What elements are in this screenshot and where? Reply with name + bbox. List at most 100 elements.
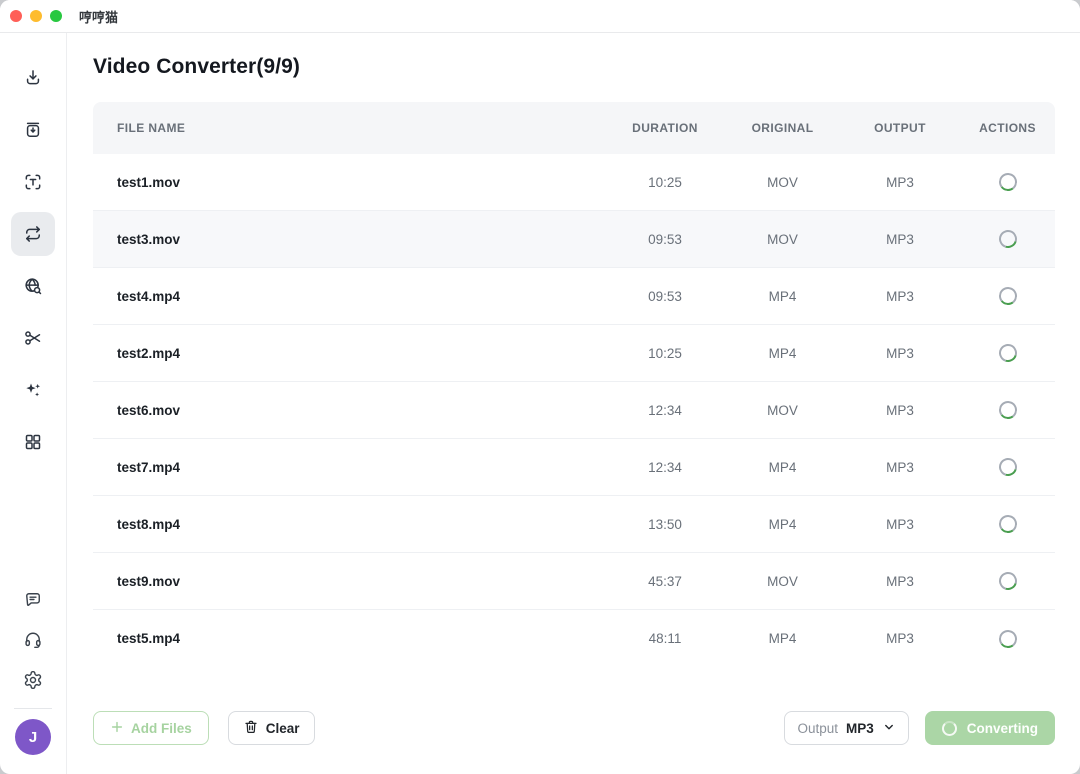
output-format-cell: MP3 bbox=[840, 175, 960, 190]
original-format-cell: MP4 bbox=[725, 517, 840, 532]
page-title: Video Converter(9/9) bbox=[93, 55, 1055, 79]
output-dropdown-label: Output bbox=[797, 721, 838, 736]
converting-spinner-icon bbox=[942, 721, 957, 736]
duration-cell: 09:53 bbox=[605, 289, 725, 304]
download-icon bbox=[23, 68, 43, 88]
converting-spinner-icon bbox=[997, 286, 1017, 306]
converting-spinner-icon bbox=[997, 514, 1017, 534]
sidebar-item-convert[interactable] bbox=[11, 212, 55, 256]
actions-cell bbox=[960, 344, 1055, 362]
file-name-cell: test4.mp4 bbox=[93, 289, 605, 304]
output-format-dropdown[interactable]: Output MP3 bbox=[784, 711, 908, 745]
footer-right-group: Output MP3 Converting bbox=[784, 711, 1055, 745]
table-header-row: FILE NAME DURATION ORIGINAL OUTPUT ACTIO… bbox=[93, 102, 1055, 154]
duration-cell: 10:25 bbox=[605, 346, 725, 361]
zoom-window-button[interactable] bbox=[50, 10, 62, 22]
sidebar-bottom-group: J bbox=[13, 580, 53, 774]
traffic-lights bbox=[0, 10, 62, 22]
clear-label: Clear bbox=[266, 721, 300, 736]
sidebar-item-text-capture[interactable] bbox=[11, 160, 55, 204]
file-name-cell: test8.mp4 bbox=[93, 517, 605, 532]
actions-cell bbox=[960, 287, 1055, 305]
text-capture-icon bbox=[23, 172, 43, 192]
table-row: test1.mov 10:25 MOV MP3 bbox=[93, 154, 1055, 211]
output-format-cell: MP3 bbox=[840, 289, 960, 304]
sidebar-item-batch-download[interactable] bbox=[11, 108, 55, 152]
add-files-label: Add Files bbox=[131, 721, 192, 736]
title-bar: 哼哼猫 bbox=[0, 0, 1080, 33]
converting-spinner-icon bbox=[995, 341, 1019, 365]
actions-cell bbox=[960, 401, 1055, 419]
converting-label: Converting bbox=[967, 721, 1038, 736]
chevron-down-icon bbox=[882, 720, 896, 737]
minimize-window-button[interactable] bbox=[30, 10, 42, 22]
file-name-cell: test1.mov bbox=[93, 175, 605, 190]
converting-spinner-icon bbox=[995, 455, 1019, 479]
table-row: test9.mov 45:37 MOV MP3 bbox=[93, 553, 1055, 610]
actions-cell bbox=[960, 458, 1055, 476]
file-name-cell: test7.mp4 bbox=[93, 460, 605, 475]
original-format-cell: MP4 bbox=[725, 631, 840, 646]
converting-spinner-icon bbox=[995, 227, 1019, 251]
output-format-cell: MP3 bbox=[840, 517, 960, 532]
add-files-button[interactable]: Add Files bbox=[93, 711, 209, 745]
original-format-cell: MOV bbox=[725, 232, 840, 247]
output-dropdown-value: MP3 bbox=[846, 721, 874, 736]
close-window-button[interactable] bbox=[10, 10, 22, 22]
original-format-cell: MOV bbox=[725, 403, 840, 418]
output-format-cell: MP3 bbox=[840, 346, 960, 361]
file-name-cell: test3.mov bbox=[93, 232, 605, 247]
converting-button[interactable]: Converting bbox=[925, 711, 1055, 745]
trash-icon bbox=[243, 719, 259, 738]
table-row: test6.mov 12:34 MOV MP3 bbox=[93, 382, 1055, 439]
actions-cell bbox=[960, 572, 1055, 590]
duration-cell: 10:25 bbox=[605, 175, 725, 190]
original-format-cell: MOV bbox=[725, 175, 840, 190]
ai-sparkles-icon bbox=[23, 380, 43, 400]
sidebar-item-settings[interactable] bbox=[13, 660, 53, 700]
apps-grid-icon bbox=[23, 432, 43, 452]
table-row: test5.mp4 48:11 MP4 MP3 bbox=[93, 610, 1055, 667]
footer-toolbar: Add Files Clear Output bbox=[93, 711, 1055, 745]
avatar[interactable]: J bbox=[15, 719, 51, 755]
clear-button[interactable]: Clear bbox=[228, 711, 315, 745]
file-table: FILE NAME DURATION ORIGINAL OUTPUT ACTIO… bbox=[93, 102, 1055, 667]
actions-cell bbox=[960, 515, 1055, 533]
output-format-cell: MP3 bbox=[840, 574, 960, 589]
duration-cell: 45:37 bbox=[605, 574, 725, 589]
duration-cell: 12:34 bbox=[605, 460, 725, 475]
column-header-file-name: FILE NAME bbox=[93, 121, 605, 135]
output-format-cell: MP3 bbox=[840, 631, 960, 646]
sidebar-divider bbox=[14, 708, 52, 709]
column-header-actions: ACTIONS bbox=[960, 121, 1055, 135]
column-header-original: ORIGINAL bbox=[725, 121, 840, 135]
converting-spinner-icon bbox=[997, 400, 1017, 420]
original-format-cell: MOV bbox=[725, 574, 840, 589]
output-format-cell: MP3 bbox=[840, 232, 960, 247]
duration-cell: 48:11 bbox=[605, 631, 725, 646]
sidebar-item-web-search[interactable] bbox=[11, 264, 55, 308]
sidebar-item-trim[interactable] bbox=[11, 316, 55, 360]
actions-cell bbox=[960, 630, 1055, 648]
table-row: test2.mp4 10:25 MP4 MP3 bbox=[93, 325, 1055, 382]
trim-scissors-icon bbox=[23, 328, 43, 348]
settings-icon bbox=[23, 670, 43, 690]
converting-spinner-icon bbox=[997, 628, 1017, 648]
sidebar-item-apps[interactable] bbox=[11, 420, 55, 464]
web-search-icon bbox=[23, 276, 43, 296]
sidebar-item-ai-tools[interactable] bbox=[11, 368, 55, 412]
sidebar-item-feedback[interactable] bbox=[13, 580, 53, 620]
duration-cell: 09:53 bbox=[605, 232, 725, 247]
file-name-cell: test2.mp4 bbox=[93, 346, 605, 361]
plus-icon bbox=[110, 720, 124, 737]
main-content: Video Converter(9/9) FILE NAME DURATION … bbox=[67, 33, 1080, 774]
file-table-body: test1.mov 10:25 MOV MP3 test3.mov 09:53 … bbox=[93, 154, 1055, 667]
sidebar-item-download[interactable] bbox=[11, 56, 55, 100]
actions-cell bbox=[960, 230, 1055, 248]
table-row: test7.mp4 12:34 MP4 MP3 bbox=[93, 439, 1055, 496]
sidebar-item-support[interactable] bbox=[13, 620, 53, 660]
column-header-output: OUTPUT bbox=[840, 121, 960, 135]
duration-cell: 12:34 bbox=[605, 403, 725, 418]
table-row: test8.mp4 13:50 MP4 MP3 bbox=[93, 496, 1055, 553]
window-title: 哼哼猫 bbox=[79, 7, 118, 26]
